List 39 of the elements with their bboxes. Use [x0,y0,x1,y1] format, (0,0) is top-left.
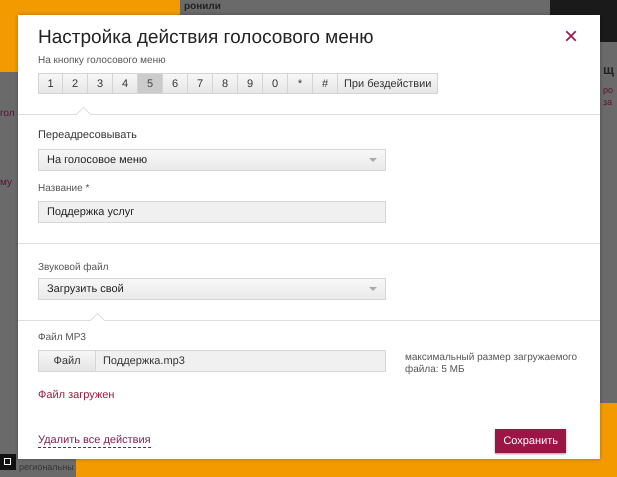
sound-select[interactable]: Загрузить свой [38,278,386,300]
save-button[interactable]: Сохранить [495,429,566,453]
key-tab[interactable]: 7 [188,73,213,94]
keys-label: На кнопку голосового меню [38,55,166,66]
upload-status: Файл загружен [38,389,114,401]
field-label: Переадресовывать [38,129,137,141]
background-text: за [603,97,612,107]
dialog-title: Настройка действия голосового меню [38,27,374,49]
field-label: Название * [38,183,90,194]
key-tab[interactable]: 2 [63,73,88,94]
name-input[interactable]: Поддержка услуг [38,201,386,223]
key-tab[interactable]: При бездействии [338,73,438,94]
field-label: Файл MP3 [38,332,86,343]
upload-hint: максимальный размер загружаемого файла: 5 МБ [405,352,578,376]
square-icon [0,454,16,470]
field-label: Звуковой файл [38,262,109,273]
background-text: региональны [19,462,74,472]
file-picker[interactable]: Файл Поддержка.mp3 [38,350,386,372]
key-tab[interactable]: 5 [138,73,163,94]
file-button[interactable]: Файл [39,351,96,371]
background-text: му [0,177,12,188]
background-text: ро [603,85,614,95]
background-text: ронили [184,1,221,12]
key-tab[interactable]: 6 [163,73,188,94]
key-tab[interactable]: # [313,73,338,94]
key-tab[interactable]: 0 [263,73,288,94]
delete-all-link[interactable]: Удалить все действия [38,434,151,448]
key-tab[interactable]: 9 [238,73,263,94]
key-tab[interactable]: 4 [113,73,138,94]
key-tab[interactable]: 3 [88,73,113,94]
key-tab[interactable]: * [288,73,313,94]
background-text: щ [603,62,614,77]
caret-icon [369,158,377,162]
caret-icon [369,287,377,291]
key-tab[interactable]: 8 [213,73,238,94]
key-tab[interactable]: 1 [38,73,63,94]
background-text: гол [0,108,15,119]
redirect-select[interactable]: На голосовое меню [38,149,386,171]
close-button[interactable]: × [562,27,580,47]
